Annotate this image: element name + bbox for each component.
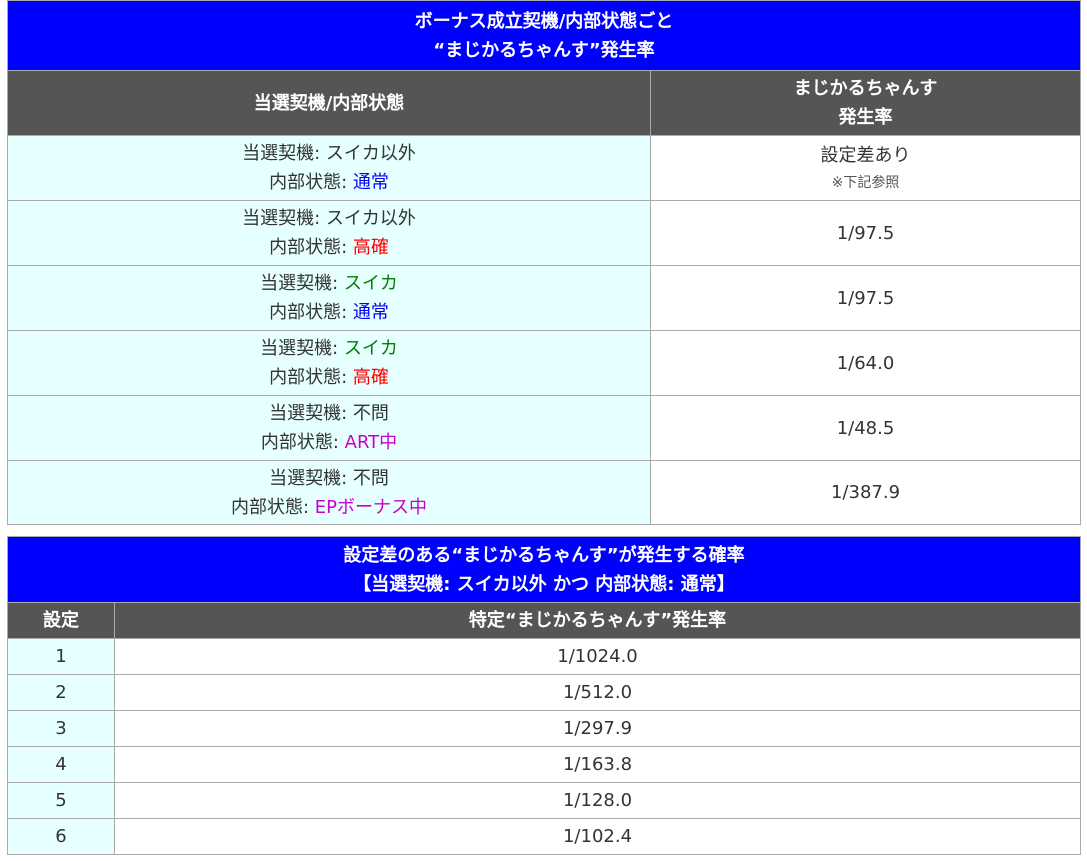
table1-row: 当選契機: スイカ以外 内部状態: 高確 1/97.5 (7, 200, 1082, 266)
rate-value: 設定差あり (820, 144, 911, 166)
table2-title: 設定差のある“まじかるちゃんす”が発生する確率 【当選契機: スイカ以外 かつ … (7, 536, 1081, 603)
setting-rate-cell: 1/163.8 (114, 746, 1081, 783)
trigger-value: スイカ以外 (325, 143, 416, 164)
state-label: 内部状態: (269, 367, 353, 388)
table2-row: 5 1/128.0 (7, 782, 1081, 819)
state-label: 内部状態: (260, 432, 345, 453)
table1-row: 当選契機: スイカ以外 内部状態: 通常 設定差あり ※下記参照 (7, 135, 1082, 201)
condition-cell: 当選契機: 不問 内部状態: EPボーナス中 (7, 460, 651, 525)
state-value: 高確 (352, 367, 389, 388)
trigger-line: 当選契機: スイカ (8, 269, 650, 298)
table2-row: 2 1/512.0 (7, 674, 1081, 711)
table1-header-right: まじかるちゃんす 発生率 (649, 70, 1082, 136)
state-value: EPボーナス中 (314, 496, 428, 518)
rate-cell: 1/48.5 (649, 395, 1082, 461)
trigger-line: 当選契機: 不問 (8, 464, 650, 493)
rate-value: 1/97.5 (836, 222, 895, 244)
state-line: 内部状態: ART中 (8, 428, 650, 457)
table1-title-line2: “まじかるちゃんす”発生率 (433, 39, 655, 61)
trigger-label: 当選契機: (269, 467, 353, 489)
table2-body: 1 1/1024.0 2 1/512.0 3 1/297.9 4 1/163.8 5 1/128.… (7, 638, 1081, 855)
setting-rate-cell: 1/102.4 (114, 818, 1081, 855)
setting-cell: 5 (7, 782, 115, 819)
rate-cell: 1/97.5 (649, 265, 1082, 331)
table1-row: 当選契機: 不問 内部状態: EPボーナス中 1/387.9 (7, 460, 1082, 525)
trigger-value: スイカ (343, 273, 398, 294)
rate-value: 1/387.9 (830, 482, 901, 503)
trigger-label: 当選契機: (260, 338, 344, 359)
trigger-value: スイカ以外 (325, 208, 416, 229)
state-label: 内部状態: (230, 496, 315, 518)
state-value: ART中 (344, 432, 398, 453)
setting-cell: 3 (7, 710, 115, 747)
trigger-line: 当選契機: スイカ以外 (8, 139, 650, 168)
state-line: 内部状態: 高確 (8, 233, 650, 262)
table1-row: 当選契機: スイカ 内部状態: 通常 1/97.5 (7, 265, 1082, 331)
state-value: 高確 (352, 237, 389, 258)
table1-title: ボーナス成立契機/内部状態ごと “まじかるちゃんす”発生率 (6, 0, 1082, 71)
table2-header-setting: 設定 (7, 602, 115, 639)
condition-cell: 当選契機: スイカ 内部状態: 高確 (7, 330, 651, 396)
state-line: 内部状態: 高確 (8, 363, 650, 392)
table1-row: 当選契機: スイカ 内部状態: 高確 1/64.0 (7, 330, 1082, 396)
state-label: 内部状態: (269, 172, 353, 193)
setting-cell: 6 (7, 818, 115, 855)
rate-cell: 1/97.5 (649, 200, 1082, 266)
table1-header-right-line1: まじかるちゃんす (793, 78, 938, 99)
setting-rate-table: 設定差のある“まじかるちゃんす”が発生する確率 【当選契機: スイカ以外 かつ … (7, 536, 1081, 855)
setting-rate-cell: 1/512.0 (114, 674, 1081, 711)
state-line: 内部状態: 通常 (8, 298, 650, 327)
condition-cell: 当選契機: スイカ以外 内部状態: 通常 (7, 135, 651, 201)
state-line: 内部状態: EPボーナス中 (8, 493, 650, 522)
table1-title-line1: ボーナス成立契機/内部状態ごと (414, 10, 674, 32)
table2-row: 1 1/1024.0 (7, 638, 1081, 675)
state-value: 通常 (352, 302, 389, 323)
condition-cell: 当選契機: スイカ以外 内部状態: 高確 (7, 200, 651, 266)
ma-chance-by-state-table: ボーナス成立契機/内部状態ごと “まじかるちゃんす”発生率 当選契機/内部状態 … (6, 0, 1082, 525)
trigger-label: 当選契機: (260, 273, 344, 294)
state-value: 通常 (352, 172, 389, 193)
state-line: 内部状態: 通常 (8, 168, 650, 197)
table2-header-rate: 特定“まじかるちゃんす”発生率 (114, 602, 1081, 639)
rate-value: 1/64.0 (836, 352, 895, 374)
rate-cell: 1/387.9 (649, 460, 1082, 525)
setting-cell: 1 (7, 638, 115, 675)
state-label: 内部状態: (269, 302, 353, 323)
setting-rate-cell: 1/297.9 (114, 710, 1081, 747)
setting-cell: 4 (7, 746, 115, 783)
table1-row: 当選契機: 不問 内部状態: ART中 1/48.5 (7, 395, 1082, 461)
condition-cell: 当選契機: 不問 内部状態: ART中 (7, 395, 651, 461)
setting-rate-cell: 1/1024.0 (114, 638, 1081, 675)
trigger-line: 当選契機: スイカ (8, 334, 650, 363)
table2-row: 4 1/163.8 (7, 746, 1081, 783)
table2-row: 3 1/297.9 (7, 710, 1081, 747)
trigger-value: スイカ (343, 338, 398, 359)
table2-title-line2: 【当選契機: スイカ以外 かつ 内部状態: 通常】 (353, 573, 735, 595)
table1-header-right-line2: 発生率 (838, 107, 893, 128)
trigger-label: 当選契機: (242, 208, 326, 229)
trigger-label: 当選契機: (242, 143, 326, 164)
table1-body: 当選契機: スイカ以外 内部状態: 通常 設定差あり ※下記参照 当選契機: スイカ以外… (7, 135, 1082, 525)
rate-cell: 1/64.0 (649, 330, 1082, 396)
state-label: 内部状態: (269, 237, 353, 258)
setting-cell: 2 (7, 674, 115, 711)
rate-value: 1/48.5 (836, 417, 895, 439)
table1-header-left: 当選契機/内部状態 (7, 70, 651, 136)
trigger-line: 当選契機: スイカ以外 (8, 204, 650, 233)
setting-rate-cell: 1/128.0 (114, 782, 1081, 819)
trigger-value: 不問 (352, 467, 389, 489)
condition-cell: 当選契機: スイカ 内部状態: 通常 (7, 265, 651, 331)
rate-cell: 設定差あり ※下記参照 (649, 135, 1082, 201)
trigger-value: 不問 (352, 403, 389, 424)
trigger-label: 当選契機: (269, 403, 353, 424)
table2-title-line1: 設定差のある“まじかるちゃんす”が発生する確率 (343, 544, 745, 566)
rate-note: ※下記参照 (831, 174, 900, 191)
rate-value: 1/97.5 (836, 287, 895, 309)
table2-row: 6 1/102.4 (7, 818, 1081, 855)
trigger-line: 当選契機: 不問 (8, 399, 650, 428)
